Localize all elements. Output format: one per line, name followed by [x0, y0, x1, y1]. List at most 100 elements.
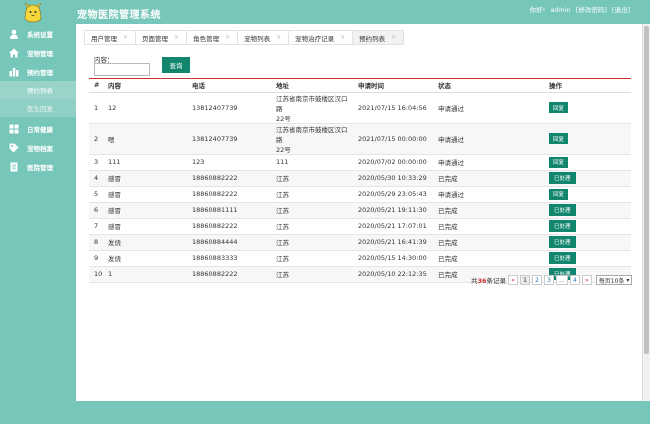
- top-bar: 宠物医院管理系统 你好! admin [修改密码] [退出]: [0, 0, 650, 24]
- sidebar-subitem-doctor-reply[interactable]: 医生回复: [0, 99, 76, 117]
- cell-time: 2020/05/30 10:33:29: [353, 170, 433, 187]
- reply-button[interactable]: 回复: [549, 102, 569, 113]
- row-number: 10: [89, 266, 103, 283]
- reply-button[interactable]: 回复: [549, 133, 569, 144]
- page-size-value: 每页10条: [598, 277, 625, 285]
- scrollbar[interactable]: [642, 24, 650, 401]
- app-title: 宠物医院管理系统: [77, 10, 161, 21]
- search-button[interactable]: 查询: [162, 57, 190, 73]
- reply-button[interactable]: 回复: [549, 156, 569, 168]
- table-row: 6 感冒 18860881111 江苏 2020/05/21 19:11:30 …: [89, 202, 631, 219]
- table-row: 2 嗯 13812407739 江苏省南京市鼓楼区汉口路 22号 2021/07/…: [89, 123, 631, 155]
- page-button[interactable]: 4: [569, 275, 580, 285]
- cell-time: 2021/07/15 16:04:56: [353, 92, 433, 124]
- tab-pet-list[interactable]: 宠物列表 ×: [237, 30, 289, 45]
- cell-address: 江苏: [271, 266, 353, 283]
- row-number: 3: [89, 154, 103, 171]
- column-header: 内容: [103, 79, 187, 93]
- sidebar-item-daily-health[interactable]: 日常健康: [0, 119, 76, 138]
- row-number: 2: [89, 123, 103, 155]
- cell-time: 2020/05/21 16:41:39: [353, 234, 433, 251]
- cell-status: 已完成: [433, 170, 544, 187]
- close-icon[interactable]: ×: [391, 34, 396, 41]
- column-header: 申请时间: [353, 79, 433, 93]
- tab-label: 宠物治疗记录: [295, 34, 335, 43]
- processed-button[interactable]: 已处理: [549, 236, 576, 248]
- tab-appointment-list[interactable]: 预约列表 ×: [352, 30, 405, 45]
- page-button[interactable]: 3: [544, 275, 555, 285]
- close-icon[interactable]: ×: [225, 34, 230, 41]
- cell-action: 已处理: [544, 218, 631, 235]
- address-line: 22号: [276, 145, 291, 154]
- sidebar-item-pet-records[interactable]: 宠物档案: [0, 138, 76, 157]
- sidebar-item-label: 系统设置: [27, 30, 53, 39]
- cell-time: 2020/05/21 19:11:30: [353, 202, 433, 219]
- change-password-link[interactable]: [修改密码]: [576, 6, 607, 14]
- column-header: 状态: [433, 79, 544, 93]
- sidebar: 系统设置 宠物管理 预约管理 预约列表 医生回复 日常健康 宠物档案 医院管理: [0, 24, 76, 424]
- processed-button[interactable]: 已处理: [549, 204, 576, 216]
- close-icon[interactable]: ×: [123, 34, 128, 41]
- close-icon[interactable]: ×: [276, 34, 281, 41]
- row-number: 8: [89, 234, 103, 251]
- logout-link[interactable]: [退出]: [612, 6, 630, 14]
- prev-page-button[interactable]: «: [508, 275, 519, 285]
- cell-content: 感冒: [103, 186, 187, 203]
- reply-button[interactable]: 回复: [549, 188, 569, 200]
- cell-phone: 18860884444: [187, 234, 271, 251]
- cell-content: 感冒: [103, 218, 187, 235]
- cell-status: 申请通过: [433, 92, 544, 124]
- close-icon[interactable]: ×: [174, 34, 179, 41]
- table-row: 9 发烧 18860883333 江苏 2020/05/15 14:30:00 …: [89, 250, 631, 267]
- cell-action: 已处理: [544, 250, 631, 267]
- cell-status: 申请通过: [433, 123, 544, 155]
- page-button[interactable]: 1: [520, 275, 531, 285]
- tab-label: 角色管理: [193, 34, 220, 43]
- tab-page-management[interactable]: 页面管理 ×: [135, 30, 187, 45]
- greeting-text: 你好!: [529, 6, 546, 14]
- scrollbar-thumb[interactable]: [644, 26, 649, 354]
- page-ellipsis: ...: [556, 275, 568, 285]
- processed-button[interactable]: 已处理: [549, 252, 576, 264]
- record-count: 共36条记录: [471, 275, 506, 285]
- search-input[interactable]: [94, 63, 150, 76]
- cell-action: 已处理: [544, 170, 631, 187]
- table-row: 3 111 123 111 2020/07/02 00:00:00 申请通过 回…: [89, 154, 631, 171]
- cell-phone: 18860883333: [187, 250, 271, 267]
- next-page-button[interactable]: »: [581, 275, 592, 285]
- cell-address: 111: [271, 154, 353, 171]
- page-size-select[interactable]: 每页10条 ▾: [595, 275, 633, 285]
- sidebar-item-hospital[interactable]: 医院管理: [0, 157, 76, 176]
- cell-phone: 13812407739: [187, 92, 271, 124]
- row-number: 9: [89, 250, 103, 267]
- tab-user-management[interactable]: 用户管理 ×: [84, 30, 136, 45]
- appointment-table: # 内容 电话 地址 申请时间 状态 操作 1 12 13812407739 江…: [89, 78, 631, 283]
- column-header: 操作: [544, 79, 631, 93]
- cell-phone: 18860882222: [187, 266, 271, 283]
- sidebar-subitem-appointment-list[interactable]: 预约列表: [0, 81, 76, 99]
- sidebar-item-appointments[interactable]: 预约管理: [0, 62, 76, 81]
- cell-status: 已完成: [433, 218, 544, 235]
- close-icon[interactable]: ×: [340, 34, 345, 41]
- tab-label: 宠物列表: [244, 34, 271, 43]
- cell-content: 发烧: [103, 234, 187, 251]
- document-icon: [9, 162, 19, 172]
- row-number: 5: [89, 186, 103, 203]
- sidebar-item-label: 预约管理: [27, 68, 53, 77]
- table-row: 1 12 13812407739 江苏省南京市鼓楼区汉口路 22号 2021/07…: [89, 92, 631, 124]
- column-header: 地址: [271, 79, 353, 93]
- page-button[interactable]: 2: [532, 275, 543, 285]
- sidebar-item-system[interactable]: 系统设置: [0, 24, 76, 43]
- cell-status: 申请通过: [433, 186, 544, 203]
- cell-address: 江苏: [271, 170, 353, 187]
- processed-button[interactable]: 已处理: [549, 220, 576, 232]
- processed-button[interactable]: 已处理: [549, 172, 576, 184]
- cell-content: 111: [103, 154, 187, 171]
- tag-icon: [9, 143, 19, 153]
- sidebar-item-pets[interactable]: 宠物管理: [0, 43, 76, 62]
- cell-action: 回复: [544, 123, 631, 155]
- address-line: 22号: [276, 114, 291, 123]
- tab-pet-treatment[interactable]: 宠物治疗记录 ×: [288, 30, 353, 45]
- tab-role-management[interactable]: 角色管理 ×: [186, 30, 238, 45]
- cell-phone: 18860882222: [187, 170, 271, 187]
